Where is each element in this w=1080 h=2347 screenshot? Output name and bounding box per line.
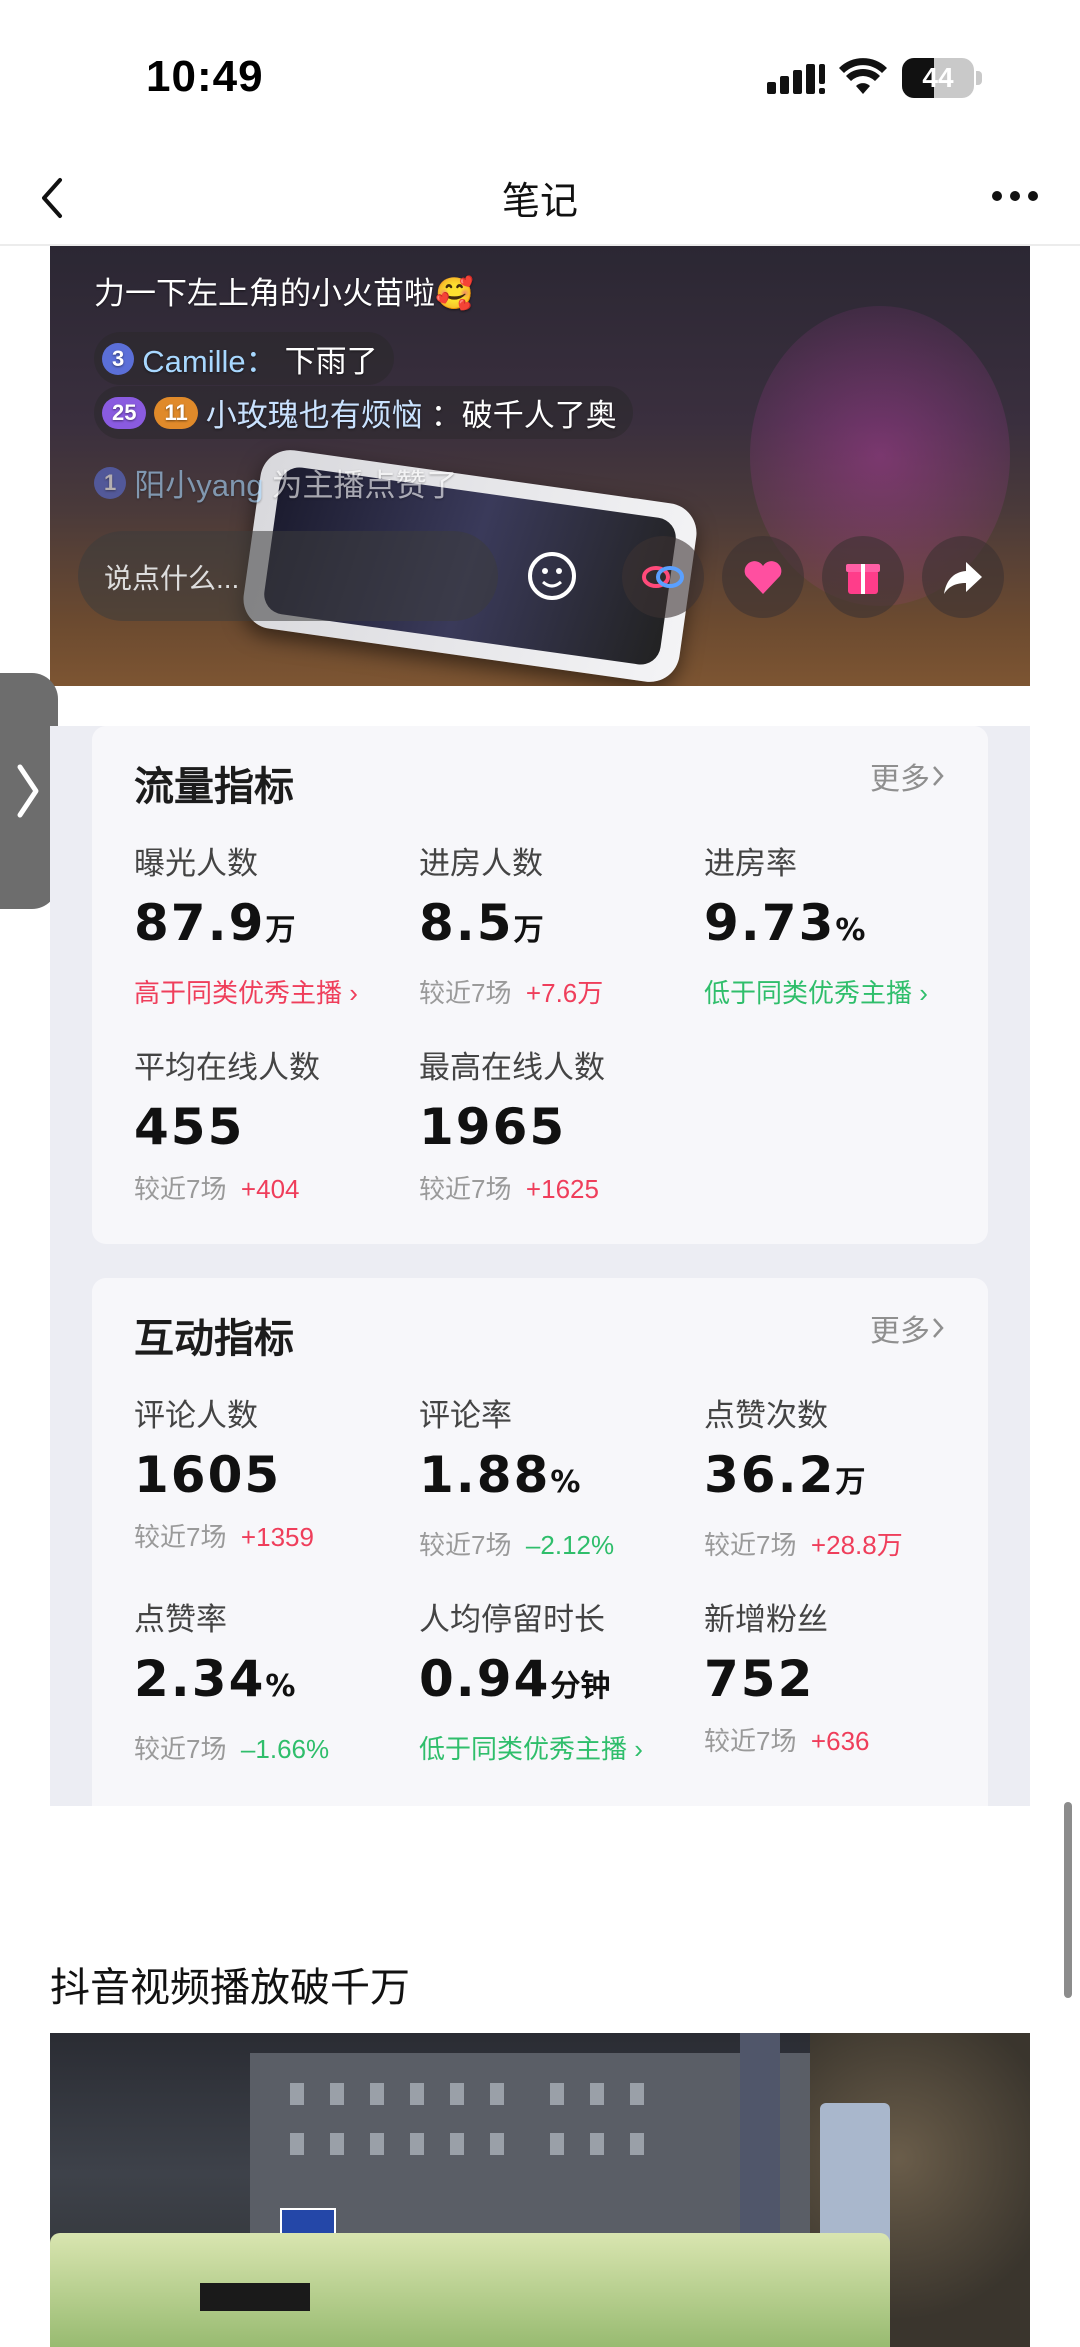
- chat-text: 为主播点赞了: [271, 468, 458, 503]
- metrics-screenshot: 流量指标 更多 曝光人数 87.9万 高于同类优秀主播 › 进房人数 8.5万 …: [50, 726, 1030, 1806]
- emoji-icon: [528, 552, 576, 600]
- card-title: 流量指标: [134, 765, 294, 809]
- gift-icon: [822, 536, 904, 618]
- street-photo: [50, 2033, 1030, 2347]
- street-sign: [280, 2208, 336, 2236]
- traffic-metrics-card: 流量指标 更多 曝光人数 87.9万 高于同类优秀主播 › 进房人数 8.5万 …: [92, 726, 988, 1244]
- status-bar: 10:49 44: [0, 0, 1080, 150]
- battery-icon: 44: [902, 58, 982, 98]
- share-icon: [922, 536, 1004, 618]
- cellular-signal-icon: [767, 64, 825, 94]
- chat-text: 下雨了: [284, 344, 378, 379]
- battery-level: 44: [922, 62, 954, 93]
- metric-exposure: 曝光人数 87.9万 高于同类优秀主播 ›: [134, 844, 419, 1010]
- live-comment-input: 说点什么...: [78, 531, 498, 621]
- more-link: 更多: [870, 1306, 946, 1350]
- section-heading: 抖音视频播放破千万: [50, 1966, 410, 2010]
- metric-commenters: 评论人数 1605 较近7场 +1359: [134, 1398, 314, 1552]
- metric-entry-rate: 进房率 9.73% 低于同类优秀主播 ›: [704, 844, 989, 1010]
- metric-likes: 点赞次数 36.2万 较近7场 +28.8万: [704, 1398, 903, 1560]
- chat-username: 小玫瑰也有烦恼: [205, 398, 423, 433]
- metric-avg-online: 平均在线人数 455 较近7场 +404: [134, 1050, 320, 1204]
- metric-like-rate: 点赞率 2.34% 较近7场 –1.66%: [134, 1602, 330, 1764]
- scrollbar[interactable]: [1064, 1802, 1072, 1998]
- chat-message: 1 阳小yang 为主播点赞了: [94, 460, 457, 505]
- metric-room-entries: 进房人数 8.5万 较近7场 +7.6万: [419, 846, 604, 1008]
- metric-peak-online: 最高在线人数 1965 较近7场 +1625: [419, 1050, 605, 1204]
- metric-comment-rate: 评论率 1.88% 较近7场 –2.12%: [419, 1398, 615, 1560]
- chat-text: ：破千人了奥: [430, 398, 617, 433]
- link-icon: [622, 536, 704, 618]
- nav-bar: 笔记: [0, 150, 1080, 246]
- chevron-right-icon: [17, 764, 39, 818]
- chevron-right-icon: [933, 1318, 944, 1338]
- level-badge: 3: [102, 342, 135, 375]
- chat-username: Camille：: [142, 344, 277, 379]
- benchmark-hint: 低于同类优秀主播 ›: [419, 1734, 643, 1764]
- fan-badge: 11: [154, 396, 198, 429]
- bus: [50, 2233, 890, 2347]
- metric-avg-stay: 人均停留时长 0.94分钟 低于同类优秀主播 ›: [419, 1600, 704, 1766]
- live-stream-screenshot: 力一下左上角的小火苗啦🥰 3 Camille： 下雨了 25 11 小玫瑰也有烦…: [50, 246, 1030, 686]
- metric-new-followers: 新增粉丝 752 较近7场 +636: [704, 1602, 870, 1756]
- interaction-metrics-card: 互动指标 更多 评论人数 1605 较近7场 +1359 评论率 1.88% 较…: [92, 1278, 988, 1806]
- more-options-icon[interactable]: [985, 176, 1045, 216]
- chevron-right-icon: [933, 766, 944, 786]
- benchmark-hint: 高于同类优秀主播 ›: [134, 978, 358, 1008]
- heart-icon: [722, 536, 804, 618]
- wifi-icon: [839, 58, 887, 94]
- bus-destination-sign: [200, 2283, 310, 2311]
- level-badge: 1: [94, 466, 127, 499]
- level-badge: 25: [102, 396, 147, 429]
- status-time: 10:49: [146, 52, 264, 101]
- chat-message: 25 11 小玫瑰也有烦恼 ：破千人了奥: [94, 386, 633, 439]
- page-title: 笔记: [501, 181, 578, 223]
- benchmark-hint: 低于同类优秀主播 ›: [704, 978, 928, 1008]
- chat-message: 力一下左上角的小火苗啦🥰: [94, 276, 474, 311]
- card-title: 互动指标: [134, 1317, 294, 1361]
- chat-message: 3 Camille： 下雨了: [94, 332, 394, 385]
- more-link: 更多: [870, 754, 946, 798]
- chat-username: 阳小yang: [134, 468, 264, 503]
